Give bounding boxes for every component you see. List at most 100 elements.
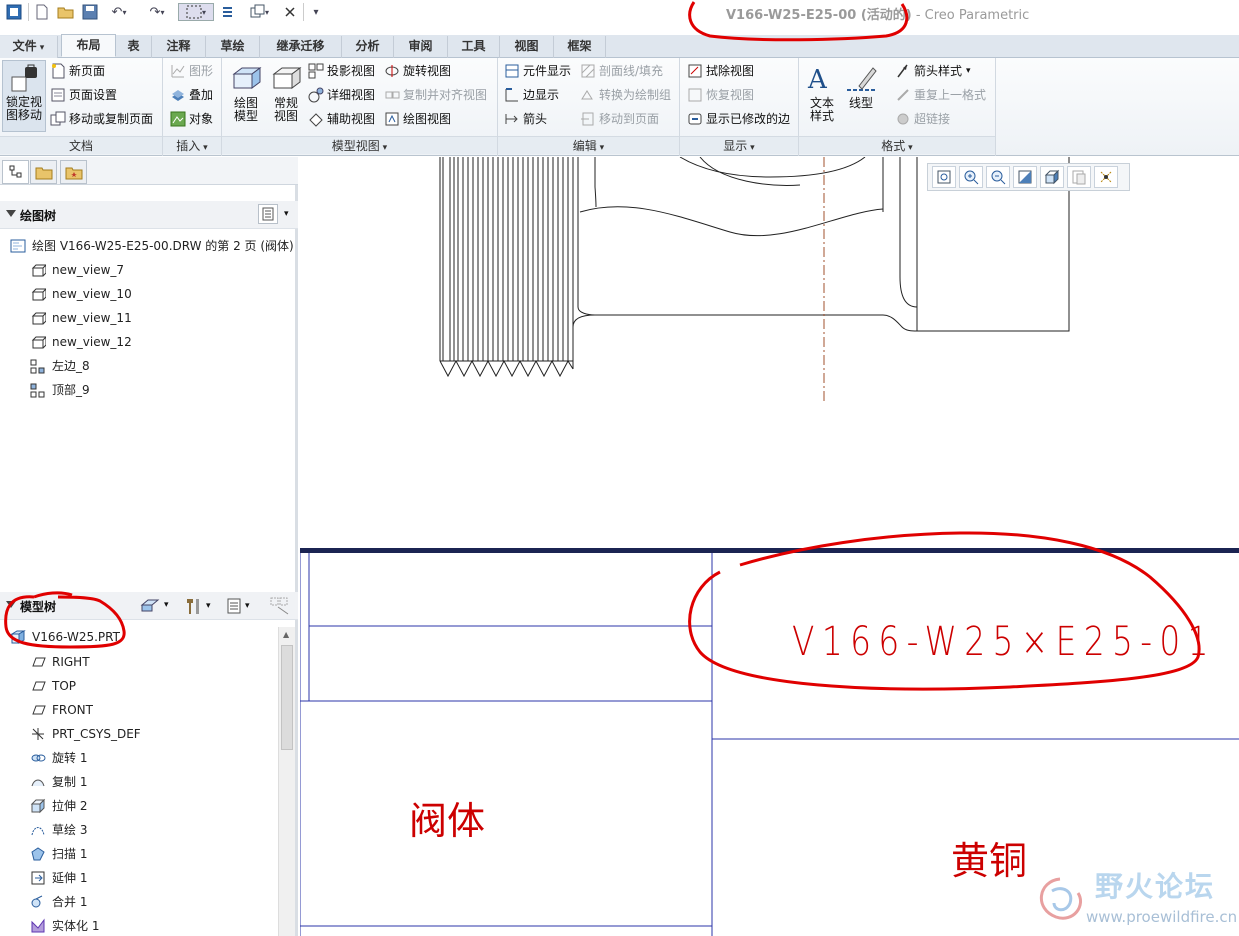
component-display-label: 元件显示 [523, 64, 572, 78]
group-label-insert[interactable]: 插入 ▾ [163, 136, 221, 154]
graph-button[interactable]: 图形 [170, 61, 213, 81]
tree-item-view[interactable]: new_view_7 [30, 259, 124, 281]
group-label-edit[interactable]: 编辑 ▾ [498, 136, 679, 154]
text-style-button[interactable]: A 文本 样式 [803, 62, 841, 123]
show-modified-edges-button[interactable]: 显示已修改的边 [687, 109, 790, 129]
open-folder-icon[interactable] [56, 3, 76, 21]
drawing-view-button[interactable]: 绘图视图 [384, 109, 451, 129]
object-button[interactable]: 对象 [170, 109, 213, 129]
tree-item-projection-view[interactable]: 顶部_9 [30, 379, 90, 401]
show-icon[interactable]: ▾ [140, 597, 169, 613]
redo-icon[interactable]: ↷ ▾ [142, 3, 172, 21]
tree-item-copy[interactable]: 复制 1 [30, 771, 87, 793]
model-tree-scrollbar[interactable]: ▲ [278, 627, 295, 936]
regenerate-icon[interactable] [218, 3, 238, 21]
edge-display-button[interactable]: 边显示 [504, 85, 559, 105]
tab-tools[interactable]: 工具 [448, 36, 500, 58]
display-style-icon[interactable] [1040, 166, 1064, 188]
move-to-page-button[interactable]: 移动到页面 [580, 109, 659, 129]
general-view-button[interactable]: 常规 视图 [266, 62, 306, 123]
customize-toolbar-icon[interactable]: ▾ [308, 3, 324, 21]
select-box-icon[interactable]: ▾ [178, 3, 214, 21]
tree-item-datum-plane[interactable]: TOP [30, 675, 76, 697]
overlay-button[interactable]: 叠加 [170, 85, 213, 105]
move-copy-page-button[interactable]: 移动或复制页面 [50, 109, 153, 129]
red-annotation-circle [4, 591, 126, 649]
group-label-display[interactable]: 显示 ▾ [680, 136, 798, 154]
page-setup-button[interactable]: 页面设置 [50, 85, 117, 105]
auxiliary-view-button[interactable]: 辅助视图 [308, 109, 375, 129]
settings-icon[interactable]: ▾ [226, 597, 250, 615]
new-page-button[interactable]: 新页面 [50, 61, 105, 81]
group-label-format[interactable]: 格式 ▾ [799, 136, 995, 154]
favorites-tab[interactable] [60, 160, 87, 184]
copy-align-view-button[interactable]: 复制并对齐视图 [384, 85, 487, 105]
tree-item-view[interactable]: new_view_10 [30, 283, 132, 305]
lock-view-movement-button[interactable]: 锁定视 图移动 [2, 60, 46, 132]
tab-view[interactable]: 视图 [500, 36, 554, 58]
tree-item-view[interactable]: new_view_12 [30, 331, 132, 353]
projection-view-button[interactable]: 投影视图 [308, 61, 375, 81]
drawing-tree-root[interactable]: 绘图 V166-W25-E25-00.DRW 的第 2 页 (阀体) [10, 235, 294, 257]
tree-item-extrude[interactable]: 拉伸 2 [30, 795, 87, 817]
chevron-down-icon[interactable]: ▾ [284, 209, 289, 219]
refit-icon[interactable] [932, 166, 956, 188]
model-tree-tab[interactable] [2, 160, 29, 184]
tree-item-datum-plane[interactable]: FRONT [30, 699, 93, 721]
saved-views-icon[interactable] [1067, 166, 1091, 188]
hyperlink-label: 超链接 [914, 112, 951, 126]
datum-display-icon[interactable] [1094, 166, 1118, 188]
drawing-tree-header[interactable]: 绘图树 ▾ [0, 201, 298, 229]
tools-icon[interactable]: ▾ [183, 597, 211, 615]
folder-browser-tab[interactable] [30, 160, 57, 184]
tree-item-sketch[interactable]: 草绘 3 [30, 819, 87, 841]
line-style-button[interactable]: 线型 [843, 62, 879, 110]
hyperlink-button[interactable]: 超链接 [895, 109, 950, 129]
tab-layout[interactable]: 布局 [61, 34, 116, 57]
object-label: 对象 [189, 112, 214, 126]
tab-legacy-migration[interactable]: 继承迁移 [260, 36, 342, 58]
tree-item-revolve[interactable]: 旋转 1 [30, 747, 87, 769]
hatching-button[interactable]: 剖面线/填充 [580, 61, 663, 81]
filter-icon[interactable] [270, 597, 292, 618]
tab-frame[interactable]: 框架 [554, 36, 606, 58]
tab-table[interactable]: 表 [116, 36, 152, 58]
repeat-last-format-button[interactable]: 重复上一格式 [895, 85, 986, 105]
drawing-model-button[interactable]: 绘图 模型 [226, 62, 266, 123]
tab-analysis[interactable]: 分析 [342, 36, 394, 58]
tree-item-csys[interactable]: PRT_CSYS_DEF [30, 723, 141, 745]
tree-item-merge[interactable]: 合并 1 [30, 891, 87, 913]
app-icon[interactable] [4, 3, 24, 21]
drawing-canvas[interactable]: V166-W25×E25-01 阀体 黄铜 野火论坛 www.proewildf… [300, 157, 1239, 936]
windows-icon[interactable]: ▾ [242, 3, 276, 21]
detail-view-button[interactable]: 详细视图 [308, 85, 375, 105]
tab-sketch[interactable]: 草绘 [206, 36, 260, 58]
revolved-view-button[interactable]: 旋转视图 [384, 61, 451, 81]
tab-annotate[interactable]: 注释 [152, 36, 206, 58]
undo-icon[interactable]: ↶ ▾ [104, 3, 134, 21]
save-icon[interactable] [80, 3, 100, 21]
component-display-button[interactable]: 元件显示 [504, 61, 571, 81]
tab-review[interactable]: 审阅 [394, 36, 448, 58]
tab-file[interactable]: 文件 ▾ [0, 36, 58, 58]
collapse-icon[interactable] [6, 210, 16, 217]
arrow-button[interactable]: 箭头 [504, 109, 547, 129]
tree-settings-icon[interactable] [258, 204, 278, 224]
arrow-style-button[interactable]: 箭头样式 ▾ [895, 61, 971, 81]
close-window-icon[interactable] [282, 3, 298, 21]
zoom-in-icon[interactable] [959, 166, 983, 188]
tree-item-projection-view[interactable]: 左边_8 [30, 355, 90, 377]
scroll-thumb[interactable] [281, 645, 293, 750]
tree-item-solidify[interactable]: 实体化 1 [30, 915, 99, 936]
zoom-out-icon[interactable] [986, 166, 1010, 188]
repaint-icon[interactable] [1013, 166, 1037, 188]
scroll-up-icon[interactable]: ▲ [283, 630, 289, 639]
tree-item-view[interactable]: new_view_11 [30, 307, 132, 329]
erase-view-button[interactable]: 拭除视图 [687, 61, 754, 81]
group-label-model-views[interactable]: 模型视图 ▾ [222, 136, 497, 154]
convert-to-draw-group-button[interactable]: 转换为绘制组 [580, 85, 671, 105]
new-file-icon[interactable] [32, 3, 52, 21]
tree-item-extend[interactable]: 延伸 1 [30, 867, 87, 889]
resume-view-button[interactable]: 恢复视图 [687, 85, 754, 105]
tree-item-sweep[interactable]: 扫描 1 [30, 843, 87, 865]
